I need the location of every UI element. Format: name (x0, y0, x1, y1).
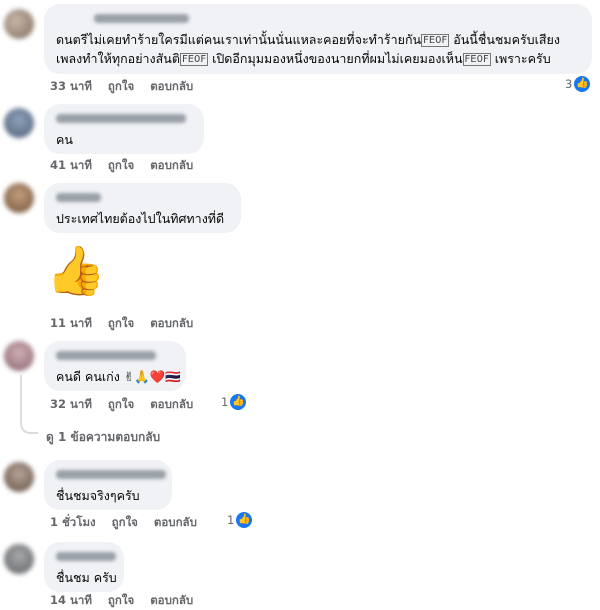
timestamp[interactable]: 11 นาที (50, 316, 92, 330)
avatar[interactable] (4, 9, 34, 39)
comment-bubble: คน (44, 104, 204, 154)
like-button[interactable]: ถูกใจ (108, 79, 134, 93)
comment-text-part: ดนตรีไม่เคยทำร้ายใครมีแต่คนเราเท่านั้นนั… (56, 32, 422, 47)
emoji-placeholder-icon: FE0F (179, 53, 209, 66)
comment-text: คน (56, 132, 73, 147)
comment-meta: 41 นาที ถูกใจ ตอบกลับ (50, 157, 209, 175)
like-button[interactable]: ถูกใจ (112, 515, 138, 529)
like-reaction-icon: 👍 (230, 394, 247, 410)
comment-meta: 14 นาที ถูกใจ ตอบกลับ (50, 592, 209, 610)
comment-meta: 33 นาที ถูกใจ ตอบกลับ (50, 78, 209, 96)
like-button[interactable]: ถูกใจ (108, 158, 134, 172)
author-name[interactable] (56, 470, 166, 479)
reaction-count[interactable]: 3 👍 (565, 76, 591, 92)
emoji-placeholder-icon: FE0F (462, 53, 491, 66)
like-reaction-icon: 👍 (236, 512, 253, 528)
comment-meta: 11 นาที ถูกใจ ตอบกลับ (50, 315, 209, 333)
reply-button[interactable]: ตอบกลับ (150, 316, 193, 330)
thread-connector (20, 418, 38, 434)
reaction-number: 1 (221, 395, 229, 409)
avatar[interactable] (4, 108, 34, 138)
author-name[interactable] (56, 351, 156, 360)
like-button[interactable]: ถูกใจ (108, 593, 134, 607)
comment-text-part: เพลงทำให้ทุกอย่างสันติ (56, 51, 180, 66)
comment-bubble: ดนตรีไม่เคยทำร้ายใครมีแต่คนเราเท่านั้นนั… (44, 4, 592, 74)
timestamp[interactable]: 14 นาที (50, 593, 92, 607)
comment-text: ชื่นชม ครับ (56, 570, 117, 585)
reaction-number: 3 (565, 77, 573, 91)
timestamp[interactable]: 33 นาที (50, 79, 92, 93)
reaction-number: 1 (227, 513, 235, 527)
emoji-placeholder-icon: FE0F (421, 34, 450, 47)
comment-text-part: เปิดอีกมุมมองหนึ่งของนายกที่ผมไม่เคยมองเ… (208, 51, 463, 66)
comment-text: ชื่นชมจริงๆครับ (56, 488, 140, 503)
thumbs-up-sticker: 👍 (46, 243, 106, 299)
author-name[interactable] (56, 552, 116, 561)
reply-button[interactable]: ตอบกลับ (150, 79, 193, 93)
avatar[interactable] (4, 544, 34, 574)
like-reaction-icon: 👍 (574, 76, 591, 92)
reply-button[interactable]: ตอบกลับ (154, 515, 197, 529)
comment-bubble: คนดี คนเก่ง ✌🙏❤️🇹🇭 (44, 341, 186, 391)
comment-bubble: ชื่นชม ครับ (44, 542, 124, 592)
reaction-count[interactable]: 1 👍 (227, 512, 253, 528)
comment-text: ดนตรีไม่เคยทำร้ายใครมีแต่คนเราเท่านั้นนั… (56, 30, 580, 68)
comment-bubble: ชื่นชมจริงๆครับ (44, 460, 172, 510)
reply-button[interactable]: ตอบกลับ (150, 593, 193, 607)
avatar[interactable] (4, 341, 34, 371)
view-replies-link[interactable]: ดู 1 ข้อความตอบกลับ (46, 428, 160, 447)
comment-text: คนดี คนเก่ง ✌🙏❤️🇹🇭 (56, 369, 181, 384)
avatar[interactable] (4, 462, 34, 492)
timestamp[interactable]: 32 นาที (50, 397, 92, 411)
timestamp[interactable]: 1 ชั่วโมง (50, 515, 96, 529)
comment-meta: 32 นาที ถูกใจ ตอบกลับ (50, 396, 209, 414)
like-button[interactable]: ถูกใจ (108, 397, 134, 411)
comment-bubble: ประเทศไทยต้องไปในทิศทางที่ดี (44, 183, 241, 233)
like-button[interactable]: ถูกใจ (108, 316, 134, 330)
comment-meta: 1 ชั่วโมง ถูกใจ ตอบกลับ (50, 514, 213, 532)
author-name[interactable] (56, 114, 186, 123)
comment-text-part: เพราะครับ (490, 51, 551, 66)
comment-text-part: อันนี้ชื่นชมครับเสียง (449, 32, 560, 47)
reply-button[interactable]: ตอบกลับ (150, 158, 193, 172)
reply-button[interactable]: ตอบกลับ (150, 397, 193, 411)
author-name[interactable] (56, 193, 101, 202)
reaction-count[interactable]: 1 👍 (221, 394, 247, 410)
thread-line (20, 375, 22, 420)
avatar[interactable] (4, 183, 34, 213)
comment-text: ประเทศไทยต้องไปในทิศทางที่ดี (56, 211, 225, 226)
author-name[interactable] (94, 14, 189, 23)
timestamp[interactable]: 41 นาที (50, 158, 92, 172)
